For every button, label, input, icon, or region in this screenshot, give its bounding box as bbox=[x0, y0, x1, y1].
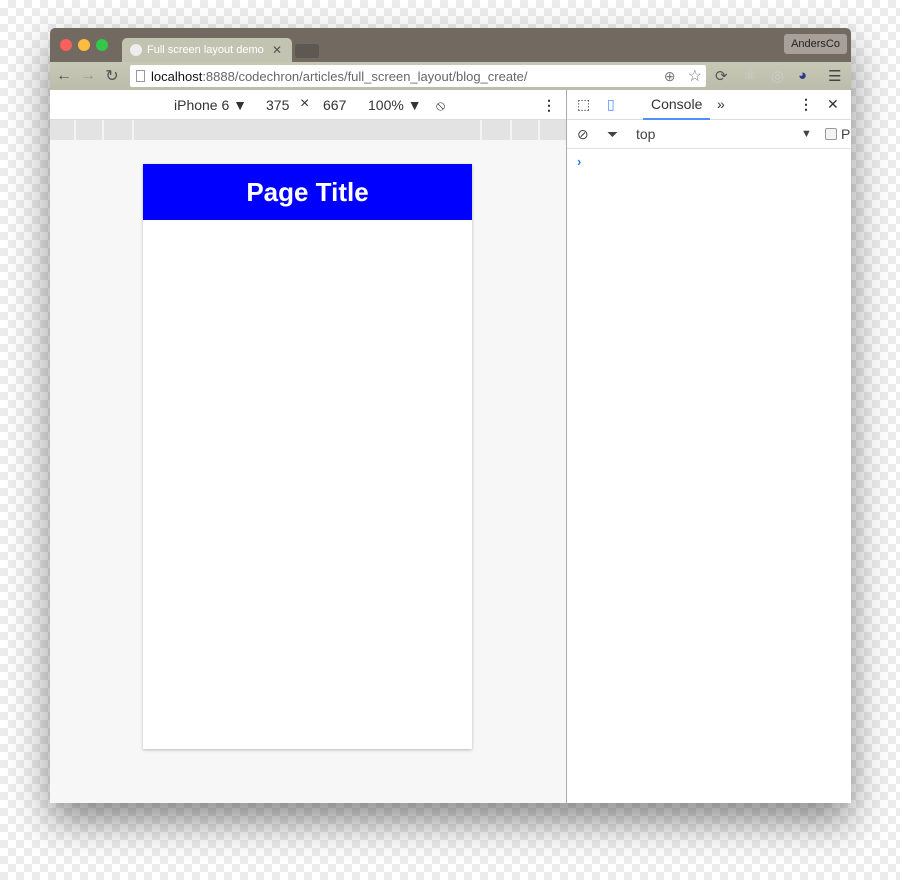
title-bar: Full screen layout demo ✕ AndersCo bbox=[50, 28, 851, 62]
forward-icon[interactable]: → bbox=[76, 67, 100, 85]
tab-title: Full screen layout demo bbox=[147, 44, 264, 56]
close-window-button[interactable] bbox=[60, 39, 72, 51]
favicon-icon bbox=[130, 44, 142, 56]
close-devtools-icon[interactable]: ✕ bbox=[827, 96, 839, 113]
zoom-icon[interactable]: ⊕ bbox=[664, 68, 676, 85]
url-host: localhost bbox=[151, 68, 203, 84]
browser-tab[interactable]: Full screen layout demo ✕ bbox=[122, 38, 292, 62]
checkbox-label: P bbox=[841, 126, 851, 142]
browser-toolbar: ← → ↻ localhost:8888/codechron/articles/… bbox=[50, 62, 851, 90]
more-options-icon[interactable]: ⋮ bbox=[542, 97, 556, 114]
console-prompt[interactable]: › bbox=[577, 154, 581, 169]
device-toggle-icon[interactable]: ▯ bbox=[607, 96, 615, 113]
rotate-icon[interactable]: ⦸ bbox=[436, 97, 445, 114]
sync-extension-icon[interactable]: ⟳ bbox=[715, 67, 728, 85]
browser-window: Full screen layout demo ✕ AndersCo ← → ↻… bbox=[50, 28, 851, 803]
dimension-separator: × bbox=[300, 95, 310, 112]
console-filterbar: ⊘ ⏷ top ▼ P bbox=[567, 120, 851, 149]
target-extension-icon[interactable]: ◎ bbox=[771, 67, 784, 85]
width-input[interactable]: 375 bbox=[266, 97, 289, 113]
menu-icon[interactable]: ☰ bbox=[828, 67, 841, 85]
address-bar[interactable]: localhost:8888/codechron/articles/full_s… bbox=[130, 65, 706, 87]
clear-console-icon[interactable]: ⊘ bbox=[577, 126, 589, 143]
profile-button[interactable]: AndersCo bbox=[784, 34, 847, 54]
device-viewport: Page Title bbox=[50, 140, 566, 803]
close-tab-icon[interactable]: ✕ bbox=[272, 43, 282, 57]
device-select[interactable]: iPhone 6 ▼ bbox=[174, 97, 247, 113]
zoom-select[interactable]: 100% ▼ bbox=[368, 97, 422, 113]
bookmark-star-icon[interactable]: ☆ bbox=[688, 66, 702, 86]
maximize-window-button[interactable] bbox=[96, 39, 108, 51]
device-toolbar: iPhone 6 ▼ 375 × 667 100% ▼ ⦸ ⋮ bbox=[50, 90, 566, 120]
more-tabs-button[interactable]: » bbox=[717, 96, 725, 112]
back-icon[interactable]: ← bbox=[52, 67, 76, 85]
minimize-window-button[interactable] bbox=[78, 39, 90, 51]
new-tab-button[interactable] bbox=[295, 44, 319, 58]
context-dropdown-icon[interactable]: ▼ bbox=[801, 128, 812, 140]
media-query-ruler[interactable] bbox=[50, 120, 566, 140]
devtools-panel: ⬚ ▯ Console » ⋮ ✕ ⊘ ⏷ top ▼ P › bbox=[566, 90, 851, 803]
context-select[interactable]: top bbox=[636, 126, 655, 142]
height-input[interactable]: 667 bbox=[323, 97, 346, 113]
devtools-menu-icon[interactable]: ⋮ bbox=[799, 96, 813, 113]
react-extension-icon[interactable]: ⚛ bbox=[743, 67, 756, 85]
reload-icon[interactable]: ↻ bbox=[100, 66, 124, 86]
emulated-page: Page Title bbox=[143, 164, 472, 749]
inspect-element-icon[interactable]: ⬚ bbox=[577, 96, 590, 113]
tab-console[interactable]: Console bbox=[643, 96, 711, 120]
speedometer-extension-icon[interactable]: ◕ bbox=[798, 67, 807, 84]
filter-icon[interactable]: ⏷ bbox=[607, 126, 618, 143]
preserve-log-checkbox[interactable] bbox=[825, 128, 837, 140]
page-title: Page Title bbox=[143, 164, 472, 220]
devtools-tabbar: ⬚ ▯ Console » ⋮ ✕ bbox=[567, 90, 851, 120]
page-icon bbox=[136, 70, 145, 82]
url-path: :8888/codechron/articles/full_screen_lay… bbox=[202, 68, 528, 84]
